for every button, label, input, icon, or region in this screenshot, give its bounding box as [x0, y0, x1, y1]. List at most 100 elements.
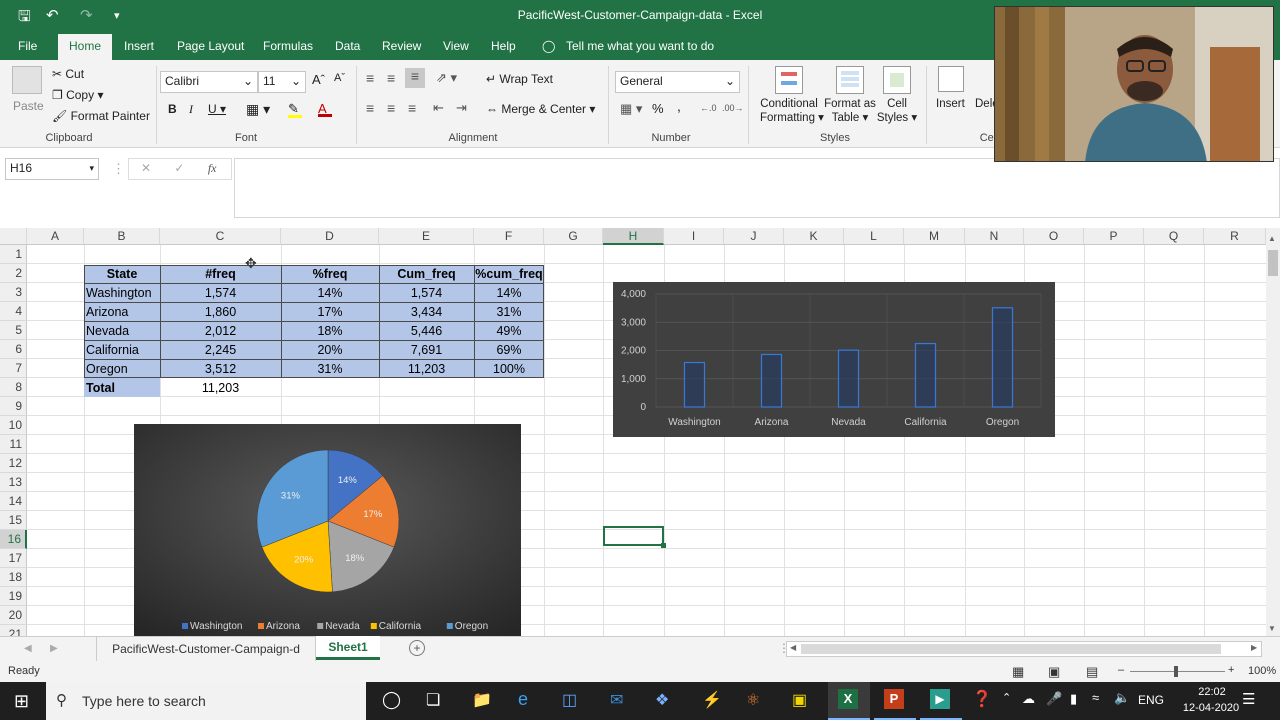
row-header-19[interactable]: 19: [0, 587, 27, 606]
row-header-17[interactable]: 17: [0, 549, 27, 568]
active-cell-h16[interactable]: [603, 526, 664, 546]
column-header-r[interactable]: R: [1204, 228, 1266, 245]
row-header-2[interactable]: 2: [0, 264, 27, 283]
store-icon[interactable]: ◫: [562, 690, 577, 710]
orientation-icon[interactable]: ⇗ ▾: [436, 70, 457, 86]
sheet-tab-sheet1[interactable]: Sheet1: [316, 636, 380, 660]
column-header-l[interactable]: L: [844, 228, 904, 245]
select-all[interactable]: [0, 228, 27, 245]
row-header-8[interactable]: 8: [0, 378, 27, 397]
decrease-indent-icon[interactable]: ⇤: [433, 100, 444, 116]
column-header-j[interactable]: J: [724, 228, 784, 245]
font-color-icon[interactable]: A: [318, 101, 332, 117]
row-header-9[interactable]: 9: [0, 397, 27, 416]
column-header-m[interactable]: M: [904, 228, 965, 245]
decrease-decimal-icon[interactable]: .00→: [722, 103, 744, 113]
battery-icon[interactable]: ▮: [1070, 691, 1077, 707]
task-view-icon[interactable]: ❏: [426, 690, 440, 710]
table-cell[interactable]: 1,574: [379, 284, 474, 303]
microphone-icon[interactable]: 🎤: [1046, 691, 1062, 707]
row-header-18[interactable]: 18: [0, 568, 27, 587]
decrease-font-icon[interactable]: Aˇ: [334, 72, 345, 84]
tab-page-layout[interactable]: Page Layout: [177, 39, 244, 53]
table-cell[interactable]: 49%: [474, 322, 544, 341]
zoom-level[interactable]: 100%: [1248, 665, 1276, 677]
wifi-icon[interactable]: ≈: [1092, 690, 1099, 705]
table-cell[interactable]: 14%: [474, 284, 544, 303]
increase-decimal-icon[interactable]: ←.0: [700, 103, 717, 113]
notifications-icon[interactable]: ☰: [1242, 690, 1255, 708]
table-cell[interactable]: 1,574: [160, 284, 281, 303]
add-sheet-icon[interactable]: +: [409, 640, 425, 656]
scroll-up-icon[interactable]: ▲: [1268, 234, 1276, 243]
file-explorer-icon[interactable]: 📁: [472, 690, 492, 710]
column-header-q[interactable]: Q: [1144, 228, 1204, 245]
table-header[interactable]: %cum_freq: [474, 265, 544, 284]
zoom-slider-thumb[interactable]: [1174, 666, 1178, 677]
align-right-icon[interactable]: ≡: [408, 100, 416, 116]
table-cell[interactable]: 2,012: [160, 322, 281, 341]
table-header[interactable]: State: [84, 265, 160, 284]
row-header-14[interactable]: 14: [0, 492, 27, 511]
insert-function-icon[interactable]: fx: [208, 161, 217, 175]
windows-start-icon[interactable]: ⊞: [14, 691, 29, 712]
app-taskbar-button[interactable]: ▶: [920, 682, 962, 720]
tab-home[interactable]: Home: [58, 34, 113, 60]
volume-icon[interactable]: 🔈: [1114, 690, 1130, 706]
table-cell[interactable]: Oregon: [86, 360, 128, 379]
row-header-13[interactable]: 13: [0, 473, 27, 492]
row-header-11[interactable]: 11: [0, 435, 27, 454]
worksheet-grid[interactable]: ABCDEFGHIJKLMNOPQR 1 2 3 4 5 6 7 8 9 10 11 12 13 14 15…: [0, 228, 1266, 636]
row-header-5[interactable]: 5: [0, 321, 27, 340]
number-format-select[interactable]: General ⌄: [615, 71, 740, 93]
table-header[interactable]: #freq: [160, 265, 281, 284]
copy-button[interactable]: ❐ Copy ▾: [52, 88, 103, 102]
insert-cells-button[interactable]: Insert: [936, 98, 965, 110]
cortana-icon[interactable]: ◯: [382, 690, 401, 710]
tab-insert[interactable]: Insert: [124, 39, 154, 53]
cell-styles-button[interactable]: Cell Styles ▾: [874, 98, 920, 124]
fill-color-icon[interactable]: ✎: [288, 101, 302, 118]
column-header-n[interactable]: N: [965, 228, 1024, 245]
total-value[interactable]: 11,203: [160, 379, 281, 398]
column-header-a[interactable]: A: [27, 228, 84, 245]
tab-view[interactable]: View: [443, 39, 469, 53]
formula-input[interactable]: [234, 158, 1280, 218]
row-header-1[interactable]: 1: [0, 245, 27, 264]
table-cell[interactable]: 3,434: [379, 303, 474, 322]
comma-style-button[interactable]: ,: [677, 98, 681, 114]
align-top-icon[interactable]: ≡: [366, 70, 374, 86]
increase-indent-icon[interactable]: ⇥: [456, 100, 467, 116]
conditional-formatting-button[interactable]: Conditional Formatting ▾: [760, 98, 824, 124]
table-cell[interactable]: 3,512: [160, 360, 281, 379]
dropbox-icon[interactable]: ❖: [655, 690, 669, 710]
app-icon[interactable]: ⚡: [702, 690, 722, 710]
bar-chart[interactable]: 0 1,000 2,000 3,000 4,000 Washington Arizona Ne…: [613, 282, 1055, 437]
table-cell[interactable]: Nevada: [86, 322, 129, 341]
table-cell[interactable]: 100%: [474, 360, 544, 379]
taskbar-search[interactable]: ⚲ Type here to search: [46, 682, 366, 720]
column-header-e[interactable]: E: [379, 228, 474, 245]
edge-icon[interactable]: e: [518, 689, 528, 710]
column-header-k[interactable]: K: [784, 228, 844, 245]
cancel-icon[interactable]: ✕: [141, 161, 151, 175]
bold-button[interactable]: B: [168, 102, 177, 116]
app-icon[interactable]: ⚛: [746, 690, 760, 710]
tab-data[interactable]: Data: [335, 39, 360, 53]
format-painter-button[interactable]: 🖌 Format Painter: [52, 109, 150, 123]
paste-button[interactable]: Paste: [13, 99, 44, 113]
zoom-in-icon[interactable]: +: [1228, 664, 1234, 676]
horizontal-scrollbar[interactable]: ◀ ▶: [786, 641, 1262, 657]
row-header-20[interactable]: 20: [0, 606, 27, 625]
table-cell[interactable]: 18%: [281, 322, 379, 341]
align-bottom-icon[interactable]: ≡: [405, 68, 425, 88]
scroll-left-icon[interactable]: ◀: [790, 643, 796, 652]
table-cell[interactable]: 17%: [281, 303, 379, 322]
underline-button[interactable]: U ▾: [208, 102, 226, 116]
sticky-notes-icon[interactable]: ▣: [792, 690, 807, 710]
accounting-format-icon[interactable]: ▦ ▾: [620, 101, 642, 117]
tell-me-search[interactable]: Tell me what you want to do: [566, 39, 714, 53]
italic-button[interactable]: I: [189, 102, 193, 117]
merge-center-button[interactable]: ⇔ Merge & Center ▾: [486, 102, 595, 116]
wrap-text-button[interactable]: ↵ Wrap Text: [486, 72, 553, 86]
